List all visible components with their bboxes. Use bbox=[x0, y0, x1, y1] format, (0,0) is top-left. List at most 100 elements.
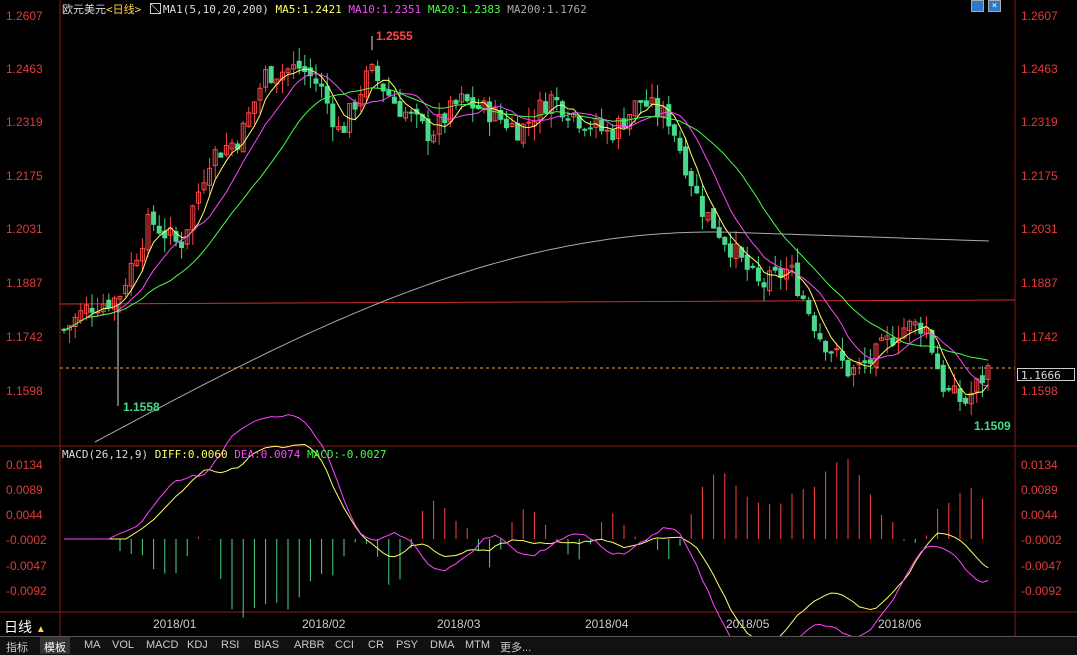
tab-ma[interactable]: MA bbox=[84, 639, 101, 651]
ma200-value: MA200:1.1762 bbox=[507, 3, 587, 16]
restore-icon[interactable] bbox=[971, 0, 984, 12]
candle-body bbox=[515, 123, 521, 141]
candle-body bbox=[425, 118, 431, 142]
tab-cr[interactable]: CR bbox=[368, 639, 384, 651]
tab-dma[interactable]: DMA bbox=[430, 639, 454, 651]
candle-body bbox=[643, 100, 649, 107]
tab-macd[interactable]: MACD bbox=[146, 639, 178, 651]
tab-mtm[interactable]: MTM bbox=[465, 639, 490, 651]
macd-axis-label: 0.0044 bbox=[6, 508, 43, 522]
macd-header: MACD(26,12,9) DIFF:0.0060 DEA:0.0074 MAC… bbox=[62, 448, 387, 461]
candle-body bbox=[750, 265, 756, 268]
tab-cci[interactable]: CCI bbox=[335, 639, 354, 651]
candle-body bbox=[599, 119, 605, 132]
candle-body bbox=[761, 282, 767, 288]
candle-body bbox=[587, 127, 593, 130]
candle-body bbox=[526, 121, 532, 124]
candle-body bbox=[677, 137, 683, 151]
macd-axis-label: 0.0089 bbox=[1021, 483, 1058, 497]
tab-rsi[interactable]: RSI bbox=[221, 639, 239, 651]
candle-body bbox=[610, 129, 616, 141]
candle-body bbox=[156, 225, 162, 234]
grid-icon[interactable] bbox=[149, 3, 161, 14]
tab-psy[interactable]: PSY bbox=[396, 639, 418, 651]
period-selector[interactable]: 日线 ▲ bbox=[4, 617, 46, 637]
candle-body bbox=[352, 101, 358, 110]
candle-body bbox=[811, 315, 817, 332]
candle-body bbox=[464, 94, 470, 102]
ma5-value: MA5:1.2421 bbox=[275, 3, 342, 16]
current-price-tag: 1.1666 bbox=[1017, 368, 1075, 382]
month-label: 2018/04 bbox=[585, 617, 629, 631]
candle-body bbox=[503, 118, 509, 129]
candle-body bbox=[979, 375, 985, 384]
candle-body bbox=[576, 115, 582, 129]
tab-arbr[interactable]: ARBR bbox=[294, 639, 325, 651]
candle-body bbox=[106, 299, 112, 309]
close-icon[interactable]: × bbox=[988, 0, 1001, 12]
macd-name: MACD(26,12,9) bbox=[62, 448, 149, 461]
candle-body bbox=[380, 83, 386, 92]
macd-axis-label: -0.0002 bbox=[1021, 533, 1062, 547]
month-label: 2018/02 bbox=[302, 617, 346, 631]
candle-body bbox=[470, 97, 476, 109]
ma20-value: MA20:1.2383 bbox=[427, 3, 501, 16]
symbol-name: 欧元美元 bbox=[62, 3, 106, 16]
candle-body bbox=[655, 97, 661, 117]
ma200-line bbox=[94, 231, 990, 443]
price-axis-label: 1.2607 bbox=[6, 9, 43, 23]
ma10-line bbox=[63, 73, 989, 387]
ma5-line bbox=[63, 68, 989, 396]
candle-body bbox=[946, 388, 952, 391]
candle-body bbox=[179, 241, 185, 249]
candle-body bbox=[772, 266, 778, 271]
candle-body bbox=[559, 101, 565, 118]
candlestick-chart[interactable] bbox=[0, 0, 1077, 654]
month-label: 2018/06 bbox=[878, 617, 922, 631]
price-axis-label: 1.1598 bbox=[1021, 384, 1058, 398]
candle-body bbox=[554, 96, 560, 101]
candle-body bbox=[935, 353, 941, 370]
tab-vol[interactable]: VOL bbox=[112, 639, 134, 651]
candle-body bbox=[845, 359, 851, 377]
candle-body bbox=[268, 66, 274, 84]
tab-indicator[interactable]: 指标 bbox=[6, 639, 28, 655]
candle-body bbox=[940, 364, 946, 392]
candle-body bbox=[755, 267, 761, 282]
candle-body bbox=[957, 388, 963, 402]
tab-kdj[interactable]: KDJ bbox=[187, 639, 208, 651]
candle-body bbox=[711, 208, 717, 229]
ma20-line bbox=[63, 87, 989, 361]
candle-body bbox=[688, 171, 694, 187]
macd-axis-label: 0.0044 bbox=[1021, 508, 1058, 522]
tab-template[interactable]: 模板 bbox=[40, 637, 70, 654]
macd-axis-label: 0.0089 bbox=[6, 483, 43, 497]
macd-axis-label: -0.0092 bbox=[1021, 584, 1062, 598]
candle-body bbox=[386, 90, 392, 96]
candle-body bbox=[806, 299, 812, 314]
dea-value: DEA:0.0074 bbox=[234, 448, 301, 461]
tab-bias[interactable]: BIAS bbox=[254, 639, 279, 651]
price-axis-label: 1.2175 bbox=[6, 169, 43, 183]
tab-more[interactable]: 更多... bbox=[500, 639, 531, 655]
ma-name: MA1(5,10,20,200) bbox=[162, 3, 269, 16]
price-axis-label: 1.1887 bbox=[6, 276, 43, 290]
period-label: <日线> bbox=[106, 3, 142, 16]
price-axis-label: 1.2463 bbox=[6, 62, 43, 76]
candle-body bbox=[565, 118, 571, 121]
candle-body bbox=[296, 60, 302, 69]
diff-line bbox=[64, 443, 989, 644]
price-axis-label: 1.2607 bbox=[1021, 9, 1058, 23]
candle-body bbox=[408, 111, 414, 114]
indicator-tab-bar: 指标 模板 MA VOL MACD KDJ RSI BIAS ARBR CCI … bbox=[0, 636, 1077, 655]
price-axis-label: 1.2031 bbox=[1021, 222, 1058, 236]
candle-body bbox=[963, 397, 969, 404]
candle-body bbox=[671, 124, 677, 136]
macd-axis-label: -0.0002 bbox=[6, 533, 47, 547]
resistance-line bbox=[59, 299, 1016, 305]
candle-body bbox=[722, 236, 728, 245]
macd-axis-label: 0.0134 bbox=[1021, 458, 1058, 472]
price-axis-label: 1.2463 bbox=[1021, 62, 1058, 76]
candle-body bbox=[727, 243, 733, 258]
macd-axis-label: -0.0047 bbox=[1021, 559, 1062, 573]
